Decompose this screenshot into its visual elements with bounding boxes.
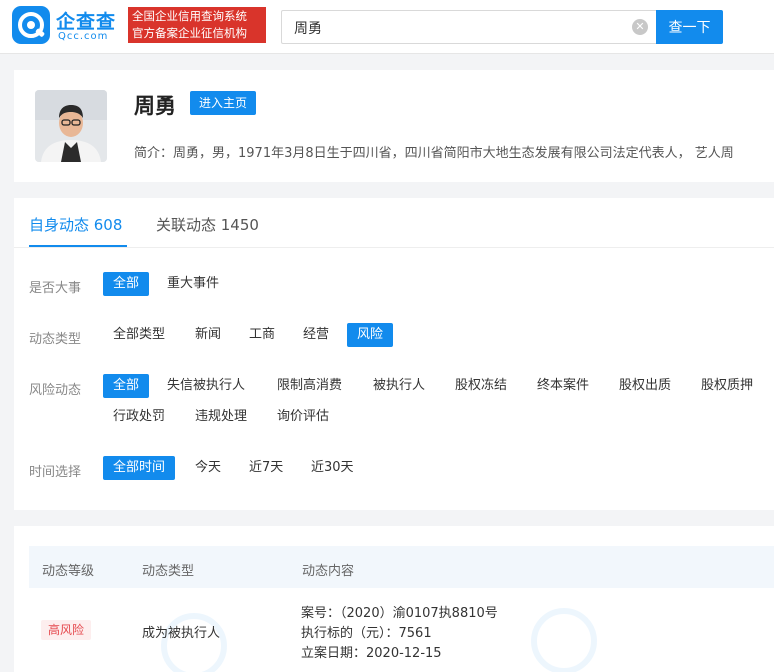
logo-text: 企查查 xyxy=(56,11,117,33)
profile-card: 周勇 进入主页 简介：周勇，男，1971年3月8日生于四川省，四川省简阳市大地生… xyxy=(14,70,774,182)
filter-type-news[interactable]: 新闻 xyxy=(185,323,231,347)
filter-type-risk[interactable]: 风险 xyxy=(347,323,394,347)
avatar xyxy=(35,90,107,162)
clear-icon[interactable]: ✕ xyxy=(632,19,648,35)
person-name: 周勇 xyxy=(134,94,176,118)
filter-risk-dishonest[interactable]: 失信被执行人 xyxy=(157,374,255,398)
filter-time-today[interactable]: 今天 xyxy=(185,456,231,480)
filter-time-7days[interactable]: 近7天 xyxy=(239,456,293,480)
filter-type-business[interactable]: 工商 xyxy=(239,323,285,347)
column-header-content: 动态内容 xyxy=(302,564,355,579)
filter-type-operation[interactable]: 经营 xyxy=(293,323,339,347)
filter-label-major: 是否大事 xyxy=(29,281,82,296)
risk-level-badge: 高风险 xyxy=(41,620,92,640)
execution-amount: 执行标的（元）：7561 xyxy=(301,626,432,641)
table-header: 动态等级 动态类型 动态内容 xyxy=(29,546,774,588)
qcc-logo-icon xyxy=(12,6,50,44)
slogan-line-2: 官方备案企业征信机构 xyxy=(132,26,247,40)
tab-own-dynamics[interactable]: 自身动态 608 xyxy=(29,214,122,235)
filter-risk-price-inquiry[interactable]: 询价评估 xyxy=(267,405,339,429)
dynamics-tabs: 自身动态 608 关联动态 1450 xyxy=(14,198,774,248)
tab-related-dynamics[interactable]: 关联动态 1450 xyxy=(156,214,259,235)
logo-domain: Qcc.com xyxy=(58,31,109,42)
filter-risk-all[interactable]: 全部 xyxy=(103,374,150,398)
filter-type-all[interactable]: 全部类型 xyxy=(103,323,175,347)
slogan-badge: 全国企业信用查询系统 官方备案企业征信机构 xyxy=(128,7,266,43)
filter-risk-equity-mortgage[interactable]: 股权质押 xyxy=(691,374,763,398)
filter-risk-executed[interactable]: 被执行人 xyxy=(363,374,435,398)
enter-homepage-button[interactable]: 进入主页 xyxy=(190,91,257,115)
filter-time-30days[interactable]: 近30天 xyxy=(301,456,364,480)
filter-label-time: 时间选择 xyxy=(29,465,82,480)
filter-risk-violation[interactable]: 违规处理 xyxy=(185,405,257,429)
case-number: 案号：（2020）渝0107执8810号 xyxy=(301,606,498,621)
filter-label-risk: 风险动态 xyxy=(29,383,82,398)
search-input[interactable] xyxy=(294,18,624,38)
column-header-level: 动态等级 xyxy=(42,564,95,579)
filter-risk-equity-pledge[interactable]: 股权出质 xyxy=(609,374,681,398)
filter-time-all[interactable]: 全部时间 xyxy=(103,456,176,480)
filter-label-type: 动态类型 xyxy=(29,332,82,347)
filter-risk-final-case[interactable]: 终本案件 xyxy=(527,374,599,398)
watermark-logo xyxy=(161,608,597,672)
dynamics-table: 动态等级 动态类型 动态内容 高风险 成为被执行人 案号：（2020）渝0107… xyxy=(14,526,774,672)
filter-risk-consumption-limit[interactable]: 限制高消费 xyxy=(267,374,352,398)
qcc-logo[interactable]: 企查查 Qcc.com xyxy=(12,6,124,46)
filter-risk-admin-penalty[interactable]: 行政处罚 xyxy=(103,405,175,429)
person-bio: 简介：周勇，男，1971年3月8日生于四川省，四川省简阳市大地生态发展有限公司法… xyxy=(134,146,734,161)
filter-major-all[interactable]: 全部 xyxy=(103,272,150,296)
search-button[interactable]: 查一下 xyxy=(656,10,723,44)
filter-major-events[interactable]: 重大事件 xyxy=(157,272,229,296)
slogan-line-1: 全国企业信用查询系统 xyxy=(132,9,247,23)
column-header-type: 动态类型 xyxy=(142,564,195,579)
search-box: ✕ xyxy=(281,10,656,44)
top-header: 企查查 Qcc.com 全国企业信用查询系统 官方备案企业征信机构 ✕ 查一下 xyxy=(0,0,774,54)
filing-date: 立案日期：2020-12-15 xyxy=(301,646,442,661)
dynamic-type-cell: 成为被执行人 xyxy=(142,626,221,641)
filter-risk-equity-freeze[interactable]: 股权冻结 xyxy=(445,374,517,398)
dynamics-filter-card: 自身动态 608 关联动态 1450 是否大事 全部 重大事件 动态类型 全部类… xyxy=(14,198,774,510)
active-tab-indicator xyxy=(29,245,127,247)
